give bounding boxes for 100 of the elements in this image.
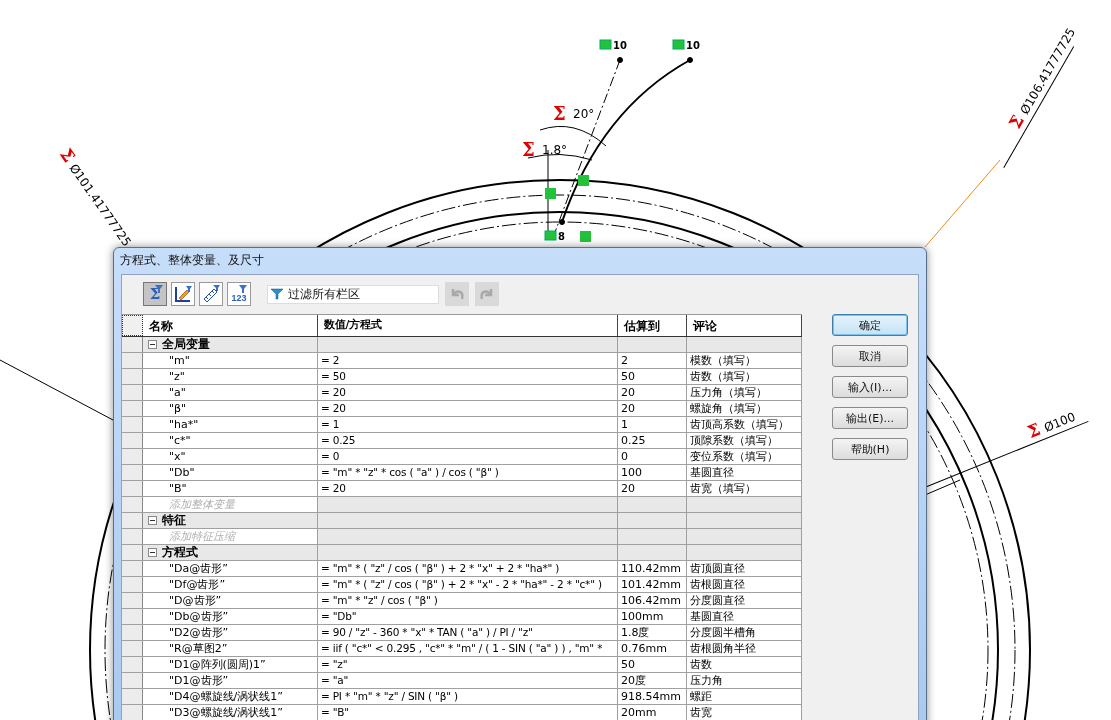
group-title: 特征 (162, 513, 186, 528)
table-cell: 100mm (618, 609, 687, 624)
row-header[interactable] (122, 609, 143, 624)
table-cell: 20mm (618, 705, 687, 720)
collapse-icon[interactable] (148, 548, 157, 557)
table-cell: "Db" (143, 465, 318, 480)
table-cell: = "z" (318, 657, 618, 672)
row-header[interactable] (122, 625, 143, 640)
collapse-icon[interactable] (148, 340, 157, 349)
table-cell: "Da@齿形” (143, 561, 318, 576)
collapse-icon[interactable] (148, 516, 157, 525)
table-cell: = "B" (318, 705, 618, 720)
row-header[interactable] (122, 545, 143, 560)
table-cell: = 50 (318, 369, 618, 384)
table-cell: 基圆直径 (687, 609, 802, 624)
table-cell: 变位系数（填写） (687, 449, 802, 464)
table-cell: "z" (143, 369, 318, 384)
table-cell: "Df@齿形” (143, 577, 318, 592)
table-cell: = 2 (318, 353, 618, 368)
table-cell: "D1@齿形” (143, 673, 318, 688)
row-header[interactable] (122, 705, 143, 720)
table-cell: "B" (143, 481, 318, 496)
row-header[interactable] (122, 513, 143, 528)
dimension-value: Ø100 (1042, 409, 1078, 435)
table-cell: 20 (618, 385, 687, 400)
row-header[interactable] (122, 673, 143, 688)
row-header[interactable] (122, 417, 143, 432)
constraint-icon[interactable] (544, 230, 557, 241)
table-cell: "D3@螺旋线/涡状线1” (143, 705, 318, 720)
row-header[interactable] (122, 593, 143, 608)
table-cell: 齿根圆直径 (687, 577, 802, 592)
table-cell: 齿顶圆直径 (687, 561, 802, 576)
table-cell: 1 (618, 417, 687, 432)
table-cell: = "m" * "z" * cos ( "a" ) / cos ( "β" ) (318, 465, 618, 480)
row-header[interactable] (122, 465, 143, 480)
window-title: 方程式、整体变量、及尺寸 (119, 252, 265, 269)
table-cell: = iif ( "c*" < 0.295 , "c*" * "m" / ( 1 - SIN ( "a" ) ) , "m" * (318, 641, 618, 656)
table-cell: "D1@阵列(圆周)1” (143, 657, 318, 672)
dimension-value: 1.8° (542, 143, 568, 157)
table-cell: 100 (618, 465, 687, 480)
group-title: 全局变量 (162, 337, 210, 352)
table-cell: 齿宽（填写） (687, 481, 802, 496)
dialog-button[interactable]: 输入(I)... (832, 376, 908, 398)
row-header[interactable] (122, 657, 143, 672)
row-header[interactable] (122, 385, 143, 400)
row-header[interactable] (122, 497, 143, 512)
group-title: 方程式 (162, 545, 198, 560)
table-cell: 1.8度 (618, 625, 687, 640)
table-cell: 101.42mm (618, 577, 687, 592)
table-cell: 齿数（填写） (687, 369, 802, 384)
table-cell: = 90 / "z" - 360 * "x" * TAN ( "a" ) / PI / "z" (318, 625, 618, 640)
table-cell: "x" (143, 449, 318, 464)
row-header[interactable] (122, 529, 143, 544)
row-header[interactable] (122, 353, 143, 368)
row-header[interactable] (122, 577, 143, 592)
row-header[interactable] (122, 481, 143, 496)
row-header[interactable] (122, 433, 143, 448)
constraint-icon[interactable] (672, 39, 685, 50)
row-header[interactable] (122, 689, 143, 704)
constraint-icon[interactable] (599, 39, 612, 50)
dialog-button[interactable]: 取消 (832, 345, 908, 367)
filter-view-button[interactable] (199, 282, 223, 306)
filter-view-button[interactable] (171, 282, 195, 306)
table-cell: 齿顶高系数（填写） (687, 417, 802, 432)
dialog-button[interactable]: 帮助(H) (832, 438, 908, 460)
table-cell: 螺距 (687, 689, 802, 704)
table-cell: 106.42mm (618, 593, 687, 608)
table-cell: = 0 (318, 449, 618, 464)
table-cell: 20度 (618, 673, 687, 688)
table-cell: 压力角 (687, 673, 802, 688)
table-cell: = 0.25 (318, 433, 618, 448)
dialog-button[interactable]: 输出(E)... (832, 407, 908, 429)
table-cell: = "m" * "z" / cos ( "β" ) (318, 593, 618, 608)
funnel-icon (271, 288, 283, 300)
row-header[interactable] (122, 401, 143, 416)
row-header[interactable] (122, 449, 143, 464)
table-cell: "D2@齿形” (143, 625, 318, 640)
filter-field[interactable]: 过滤所有栏区 (267, 284, 439, 304)
table-cell: 20 (618, 401, 687, 416)
row-header[interactable] (122, 369, 143, 384)
table-cell: 螺旋角（填写） (687, 401, 802, 416)
dialog-button[interactable]: 确定 (832, 314, 908, 336)
dimension-value: 20° (573, 107, 595, 121)
row-header[interactable] (122, 641, 143, 656)
select-all-cell[interactable] (122, 315, 143, 336)
table-cell: "a" (143, 385, 318, 400)
table-cell: = PI * "m" * "z" / SIN ( "β" ) (318, 689, 618, 704)
table-cell: 918.54mm (618, 689, 687, 704)
table-cell: 2 (618, 353, 687, 368)
row-header[interactable] (122, 561, 143, 576)
table-cell: "D@齿形” (143, 593, 318, 608)
table-cell: = "Db" (318, 609, 618, 624)
table-cell: = 20 (318, 401, 618, 416)
table-cell: 50 (618, 369, 687, 384)
table-cell: "β" (143, 401, 318, 416)
table-cell: 基圆直径 (687, 465, 802, 480)
table-cell: = 20 (318, 481, 618, 496)
point-label: 10 (613, 40, 627, 51)
filter-view-button[interactable]: 123 (227, 282, 251, 306)
point-label: 10 (686, 40, 700, 51)
